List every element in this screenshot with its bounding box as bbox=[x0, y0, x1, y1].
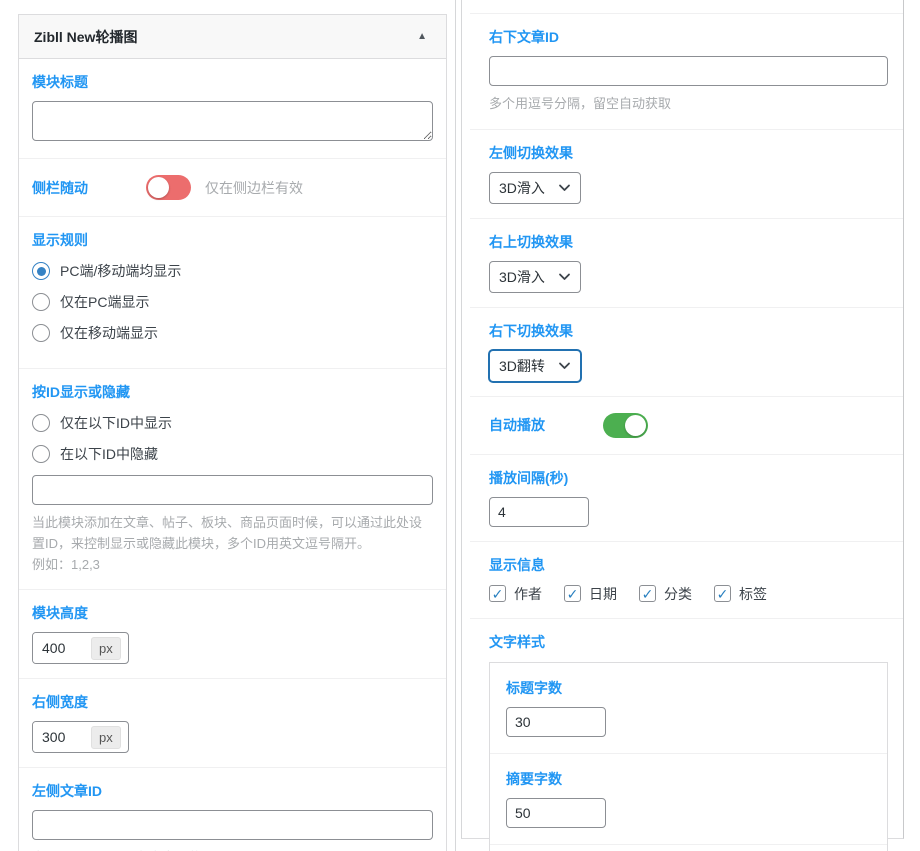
widget-header[interactable]: Zibll New轮播图 ▲ bbox=[19, 15, 446, 59]
title-chars-label: 标题字数 bbox=[506, 678, 871, 698]
module-height-label: 模块高度 bbox=[32, 603, 433, 623]
subsection-title-chars: 标题字数 bbox=[490, 663, 887, 754]
radio-option-mobile-only[interactable]: 仅在移动端显示 bbox=[32, 323, 433, 343]
autoplay-toggle[interactable] bbox=[603, 413, 648, 438]
bottom-right-article-id-input[interactable] bbox=[489, 56, 888, 86]
title-chars-input[interactable] bbox=[506, 707, 606, 737]
section-module-title: 模块标题 bbox=[19, 59, 446, 159]
right-width-group: px bbox=[32, 721, 129, 753]
checkbox-icon bbox=[564, 585, 581, 602]
bottom-right-article-id-help: 多个用逗号分隔，留空自动获取 bbox=[489, 94, 888, 115]
id-list-input[interactable] bbox=[32, 475, 433, 505]
sidebar-follow-toggle[interactable] bbox=[146, 175, 191, 200]
toggle-knob bbox=[148, 177, 169, 198]
radio-icon bbox=[32, 262, 50, 280]
left-effect-value: 3D滑入 bbox=[499, 178, 545, 198]
column-divider bbox=[455, 0, 456, 851]
bottom-right-effect-label: 右下切换效果 bbox=[489, 321, 888, 341]
left-article-id-label: 左侧文章ID bbox=[32, 781, 433, 801]
radio-option-hide-in-ids[interactable]: 在以下ID中隐藏 bbox=[32, 444, 433, 464]
widget-settings-page: Zibll New轮播图 ▲ 模块标题 侧栏随动 仅在侧边栏有效 显示规则 PC… bbox=[0, 0, 920, 851]
widget-title: Zibll New轮播图 bbox=[34, 27, 137, 47]
section-right-width: 右侧宽度 px bbox=[19, 679, 446, 768]
checkbox-tag[interactable]: 标签 bbox=[714, 584, 767, 604]
checkbox-category[interactable]: 分类 bbox=[639, 584, 692, 604]
checkbox-icon bbox=[714, 585, 731, 602]
spacer bbox=[470, 0, 903, 13]
section-autoplay: 自动播放 bbox=[470, 396, 903, 454]
top-right-effect-select[interactable]: 3D滑入 bbox=[489, 261, 581, 293]
id-rules-help-line2: 例如：1,2,3 bbox=[32, 557, 100, 572]
right-width-label: 右侧宽度 bbox=[32, 692, 433, 712]
top-right-effect-label: 右上切换效果 bbox=[489, 232, 888, 252]
module-title-input[interactable] bbox=[32, 101, 433, 141]
checkbox-author[interactable]: 作者 bbox=[489, 584, 542, 604]
text-style-label: 文字样式 bbox=[489, 632, 888, 652]
chevron-down-icon bbox=[558, 359, 571, 372]
id-rules-label: 按ID显示或隐藏 bbox=[32, 382, 433, 402]
section-module-height: 模块高度 px bbox=[19, 590, 446, 679]
interval-label: 播放间隔(秒) bbox=[489, 468, 888, 488]
section-id-rules: 按ID显示或隐藏 仅在以下ID中显示 在以下ID中隐藏 当此模块添加在文章、帖子… bbox=[19, 369, 446, 590]
module-height-unit: px bbox=[91, 637, 121, 661]
text-style-box: 标题字数 摘要字数 文字阴影 bbox=[489, 662, 888, 851]
section-left-article-id: 左侧文章ID 多个用逗号分隔，留空自动获取 bbox=[19, 768, 446, 851]
checkbox-date[interactable]: 日期 bbox=[564, 584, 617, 604]
radio-icon bbox=[32, 324, 50, 342]
module-height-group: px bbox=[32, 632, 129, 664]
section-interval: 播放间隔(秒) bbox=[470, 454, 903, 541]
section-top-right-effect: 右上切换效果 3D滑入 bbox=[470, 218, 903, 307]
sidebar-follow-label: 侧栏随动 bbox=[32, 178, 88, 198]
checkbox-icon bbox=[489, 585, 506, 602]
widget-card-continued: 右下文章ID 多个用逗号分隔，留空自动获取 左侧切换效果 3D滑入 右上切换效果… bbox=[461, 0, 904, 839]
section-text-style: 文字样式 标题字数 摘要字数 文字阴影 bbox=[470, 618, 903, 851]
left-effect-label: 左侧切换效果 bbox=[489, 143, 888, 163]
collapse-arrow-icon[interactable]: ▲ bbox=[413, 27, 431, 46]
bottom-right-article-id-label: 右下文章ID bbox=[489, 27, 888, 47]
right-width-input[interactable] bbox=[33, 722, 91, 752]
module-height-input[interactable] bbox=[33, 633, 91, 663]
section-display-rules: 显示规则 PC端/移动端均显示 仅在PC端显示 仅在移动端显示 bbox=[19, 217, 446, 369]
id-rules-help: 当此模块添加在文章、帖子、板块、商品页面时候，可以通过此处设置ID，来控制显示或… bbox=[32, 513, 433, 575]
top-right-effect-value: 3D滑入 bbox=[499, 267, 545, 287]
subsection-text-shadow: 文字阴影 bbox=[490, 845, 887, 851]
bottom-right-effect-select[interactable]: 3D翻转 bbox=[489, 350, 581, 382]
left-effect-select[interactable]: 3D滑入 bbox=[489, 172, 581, 204]
subsection-summary-chars: 摘要字数 bbox=[490, 754, 887, 845]
module-title-label: 模块标题 bbox=[32, 72, 433, 92]
sidebar-follow-hint: 仅在侧边栏有效 bbox=[205, 178, 303, 198]
toggle-knob bbox=[625, 415, 646, 436]
left-article-id-input[interactable] bbox=[32, 810, 433, 840]
widget-card: Zibll New轮播图 ▲ 模块标题 侧栏随动 仅在侧边栏有效 显示规则 PC… bbox=[18, 14, 447, 851]
bottom-right-effect-value: 3D翻转 bbox=[499, 356, 545, 376]
section-left-effect: 左侧切换效果 3D滑入 bbox=[470, 129, 903, 218]
show-info-options: 作者 日期 分类 标签 bbox=[489, 584, 888, 604]
summary-chars-label: 摘要字数 bbox=[506, 769, 871, 789]
interval-input[interactable] bbox=[489, 497, 589, 527]
summary-chars-input[interactable] bbox=[506, 798, 606, 828]
section-sidebar-follow: 侧栏随动 仅在侧边栏有效 bbox=[19, 159, 446, 217]
radio-icon bbox=[32, 445, 50, 463]
section-bottom-right-effect: 右下切换效果 3D翻转 bbox=[470, 307, 903, 396]
section-bottom-right-article-id: 右下文章ID 多个用逗号分隔，留空自动获取 bbox=[470, 13, 903, 129]
radio-option-show-in-ids[interactable]: 仅在以下ID中显示 bbox=[32, 413, 433, 433]
display-rules-label: 显示规则 bbox=[32, 230, 433, 250]
radio-icon bbox=[32, 414, 50, 432]
checkbox-icon bbox=[639, 585, 656, 602]
radio-icon bbox=[32, 293, 50, 311]
right-width-unit: px bbox=[91, 726, 121, 750]
id-rules-help-line1: 当此模块添加在文章、帖子、板块、商品页面时候，可以通过此处设置ID，来控制显示或… bbox=[32, 515, 422, 551]
show-info-label: 显示信息 bbox=[489, 555, 888, 575]
radio-option-pc-and-mobile[interactable]: PC端/移动端均显示 bbox=[32, 261, 433, 281]
section-show-info: 显示信息 作者 日期 分类 标签 bbox=[470, 541, 903, 618]
chevron-down-icon bbox=[558, 181, 571, 194]
autoplay-label: 自动播放 bbox=[489, 415, 545, 435]
chevron-down-icon bbox=[558, 270, 571, 283]
radio-option-pc-only[interactable]: 仅在PC端显示 bbox=[32, 292, 433, 312]
